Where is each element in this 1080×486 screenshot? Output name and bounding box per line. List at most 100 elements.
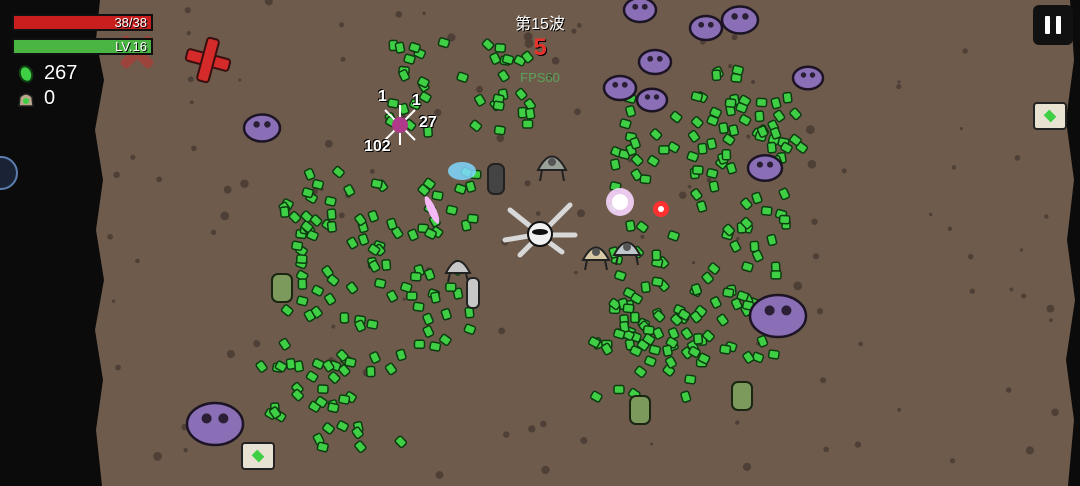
green-material: [662, 344, 673, 357]
green-material: [429, 341, 442, 352]
green-material: [412, 301, 425, 312]
green-material: [521, 119, 534, 129]
wave-timer: 5: [533, 34, 547, 61]
pebble: [896, 84, 902, 90]
green-material: [731, 64, 745, 76]
green-material: [770, 97, 782, 110]
pebble: [728, 63, 733, 69]
cactus-enemy: [731, 381, 753, 411]
enemy-eye: [800, 72, 807, 78]
wave-label: 第15波: [515, 16, 565, 33]
enemy-eye: [764, 305, 775, 316]
pebble: [1025, 446, 1035, 455]
enemy-body: [622, 0, 658, 24]
enemy-eye: [767, 161, 774, 168]
green-material: [365, 365, 376, 378]
pebble: [476, 85, 484, 93]
green-material: [324, 195, 337, 207]
green-material: [366, 319, 379, 330]
green-material: [690, 91, 704, 103]
purple-alien-enemy: [602, 74, 638, 102]
pebble: [340, 56, 346, 62]
enemy-eye: [264, 121, 271, 128]
green-material: [622, 303, 635, 314]
green-material: [782, 91, 793, 104]
cactus-body: [271, 273, 293, 303]
green-material: [492, 100, 505, 112]
pebble: [189, 100, 194, 105]
enemy-eye: [253, 121, 260, 128]
enemy-body: [688, 14, 724, 42]
pebble: [574, 108, 581, 116]
green-material: [525, 107, 536, 120]
pebble: [580, 436, 588, 445]
enemy-eye: [621, 81, 628, 88]
purple-alien-enemy: [242, 113, 282, 143]
green-material: [625, 219, 636, 232]
pebble: [1014, 155, 1021, 161]
pebble: [650, 442, 654, 446]
pause-button[interactable]: [1033, 5, 1073, 45]
green-material: [691, 165, 704, 176]
enemy-eye: [707, 21, 714, 28]
green-material: [728, 124, 740, 137]
pebble: [816, 308, 824, 315]
green-material: [718, 122, 729, 135]
green-material: [431, 190, 444, 201]
materials-counter: 267: [16, 62, 77, 85]
pebble: [576, 209, 586, 218]
green-material: [625, 105, 637, 118]
green-material: [651, 249, 662, 262]
enemy-body: [185, 401, 245, 447]
enemy-body: [637, 48, 673, 76]
cactus-enemy: [271, 273, 293, 303]
damage-number: 1: [378, 88, 387, 105]
pebble: [949, 458, 956, 464]
enemy-body: [748, 293, 808, 339]
pebble: [395, 11, 403, 18]
green-material: [326, 220, 338, 233]
green-material: [311, 178, 325, 190]
pebble: [687, 184, 692, 189]
purple-alien-enemy: [688, 14, 724, 42]
pebble: [951, 165, 957, 170]
green-material: [693, 332, 704, 345]
green-material: [279, 206, 290, 218]
pebble: [153, 452, 162, 461]
green-material: [297, 278, 308, 290]
pebble: [806, 125, 815, 134]
pebble: [735, 420, 740, 425]
pebble: [841, 168, 847, 174]
health-text: 38/38: [114, 15, 147, 30]
green-material: [374, 277, 387, 289]
pebble: [240, 179, 249, 188]
green-material: [648, 344, 661, 356]
damage-number: 102: [364, 138, 391, 155]
damage-number: 1: [412, 92, 421, 109]
fps-counter: FPS60: [520, 70, 560, 85]
enemy-eye: [781, 305, 792, 316]
green-material: [754, 110, 765, 123]
green-material: [697, 142, 708, 155]
enemy-eye: [201, 413, 212, 424]
green-material: [770, 270, 782, 280]
materials-count: 267: [44, 62, 78, 84]
enemy-eye: [809, 72, 816, 78]
pebble: [750, 79, 756, 85]
green-material: [326, 208, 337, 221]
green-material: [387, 98, 400, 109]
enemy-eye: [731, 13, 738, 20]
pause-icon: [1056, 16, 1061, 34]
purple-alien-enemy: [185, 401, 245, 447]
green-material: [619, 118, 632, 130]
enemy-eye: [218, 413, 229, 424]
green-material: [295, 254, 308, 264]
pebble: [220, 211, 230, 221]
pebble: [854, 441, 862, 448]
loot-crate: [241, 442, 275, 470]
pebble: [115, 364, 121, 371]
pebble: [1051, 408, 1059, 417]
enemy-body: [242, 113, 282, 143]
pebble: [947, 226, 953, 231]
green-material: [338, 394, 351, 405]
